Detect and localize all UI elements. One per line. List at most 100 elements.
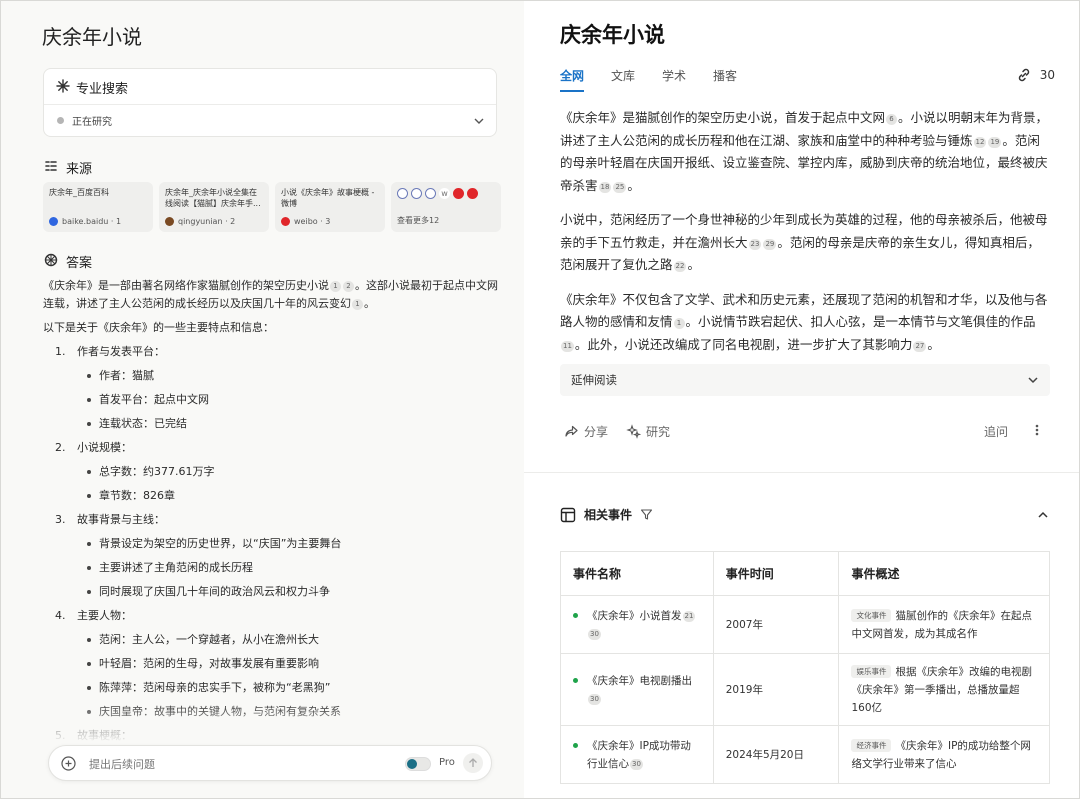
bullet-list: 总字数：约377.61万字 章节数：826章 [77, 460, 503, 508]
event-name-cell: 《庆余年》小说首发 21 30 [560, 595, 714, 654]
action-bar: 分享 研究 追问 [564, 423, 1054, 443]
citation[interactable]: 30 [630, 758, 643, 770]
tab-podcast[interactable]: 播客 [713, 67, 737, 92]
sources-count[interactable]: 30 [1016, 67, 1055, 83]
left-pane: 庆余年小说 专业搜索 正在研究 来源 庆余年_百度百科 baike.baidu … [1, 1, 524, 798]
citation[interactable]: 1 [330, 281, 341, 292]
citation[interactable]: 29 [763, 238, 777, 250]
bullet-list: 背景设定为架空的历史世界，以“庆国”为主要舞台 主要讲述了主角范闲的成长历程 同时展… [77, 532, 503, 604]
pro-search-card[interactable]: 专业搜索 正在研究 [43, 68, 497, 137]
list-item: 2. 小说规模： 总字数：约377.61万字 章节数：826章 [43, 439, 503, 508]
citation[interactable]: 22 [673, 261, 687, 272]
event-tag: 娱乐事件 [851, 664, 892, 678]
site-icon [397, 188, 408, 199]
scroll-fade [1, 701, 524, 751]
event-name-text: 《庆余年》电视剧播出 [587, 674, 692, 687]
filter-icon[interactable] [640, 508, 653, 521]
bullet-item: 主要讲述了主角范闲的成长历程 [77, 556, 503, 580]
tab-academic[interactable]: 学术 [662, 67, 686, 92]
source-tabs: 全网 文库 学术 播客 [560, 67, 737, 92]
site-icon [467, 188, 478, 199]
citation[interactable]: 6 [886, 114, 898, 125]
sources-list: 庆余年_百度百科 baike.baidu · 1 庆余年_庆余年小说全集在线阅读… [43, 182, 501, 232]
event-name: 《庆余年》小说首发 21 30 [573, 607, 701, 643]
page-title: 庆余年小说 [560, 23, 665, 47]
followup-bar: Pro [48, 745, 492, 781]
view-more-sources[interactable]: w 查看更多12 [391, 182, 501, 232]
citation[interactable]: 30 [588, 628, 601, 640]
bullet-item: 背景设定为架空的历史世界，以“庆国”为主要舞台 [77, 532, 503, 556]
citation[interactable]: 1 [673, 318, 685, 329]
share-button[interactable]: 分享 [564, 423, 608, 440]
list-item: 3. 故事背景与主线： 背景设定为架空的历史世界，以“庆国”为主要舞台 主要讲述了主角… [43, 511, 503, 604]
site-icon [453, 188, 464, 199]
bullet-list: 作者：猫腻 首发平台：起点中文网 连载状态：已完结 [77, 364, 503, 436]
citation[interactable]: 1 [352, 299, 363, 310]
qingyunian-icon [165, 217, 174, 226]
send-button[interactable] [463, 753, 483, 773]
baidu-icon [49, 217, 58, 226]
research-status: 正在研究 [72, 117, 112, 128]
research-label: 研究 [646, 425, 671, 439]
column-header: 事件名称 [560, 551, 714, 596]
more-menu-icon[interactable] [1034, 423, 1040, 437]
followup-input[interactable] [89, 755, 389, 773]
sparkle-icon [56, 78, 70, 97]
citation[interactable]: 30 [588, 693, 601, 705]
thread-title: 庆余年小说 [42, 25, 142, 49]
list-intro: 以下是关于《庆余年》的一些主要特点和信息： [43, 321, 274, 334]
table-row[interactable]: 《庆余年》小说首发 21 30 2007年 文化事件 猫腻创作的《庆余年》在起点中文网首发… [560, 595, 1050, 654]
site-icon [411, 188, 422, 199]
citation[interactable]: 23 [748, 238, 762, 250]
link-icon [1018, 68, 1029, 82]
extended-reading[interactable]: 延伸阅读 [560, 364, 1050, 396]
citation[interactable]: 19 [988, 136, 1002, 148]
summary-paragraph: 小说中，范闲经历了一个身世神秘的少年到成长为英雄的过程，他的母亲被杀后，他被母亲… [560, 209, 1050, 277]
citation[interactable]: 27 [913, 340, 927, 352]
answer-text: 《庆余年》是一部由著名网络作家猫腻创作的架空历史小说 [43, 279, 329, 292]
right-pane: 庆余年小说 全网 文库 学术 播客 30 《庆余年》是猫腻创作的架空历史小说，首… [524, 1, 1079, 798]
tab-library[interactable]: 文库 [611, 67, 635, 92]
chevron-down-icon[interactable] [472, 114, 486, 128]
citation[interactable]: 25 [613, 181, 627, 193]
pro-toggle[interactable] [405, 757, 431, 771]
source-title: 庆余年_庆余年小说全集在线阅读【猫腻】庆余年手... [165, 188, 261, 208]
answer-header: 答案 [44, 252, 92, 271]
summary-text: 。 [627, 177, 640, 193]
status-dot [57, 117, 64, 124]
citation[interactable]: 12 [973, 136, 987, 148]
bullet-item: 连载状态：已完结 [77, 412, 503, 436]
citation[interactable]: 2 [343, 281, 354, 292]
event-name-cell: 《庆余年》电视剧播出 30 [560, 653, 714, 726]
events-table: 事件名称 事件时间 事件概述 《庆余年》小说首发 21 30 2007年 文化事件 猫腻创… [560, 551, 1050, 784]
event-time: 2019年 [712, 653, 840, 726]
tab-all[interactable]: 全网 [560, 67, 585, 92]
plus-icon[interactable] [61, 756, 76, 771]
divider [524, 472, 1079, 473]
event-summary-cell: 娱乐事件 根据《庆余年》改编的电视剧《庆余年》第一季播出，总播放量超160亿 [838, 653, 1050, 726]
table-row[interactable]: 《庆余年》IP成功带动行业信心 30 2024年5月20日 经济事件 《庆余年》IP的成… [560, 725, 1050, 784]
column-header: 事件时间 [712, 551, 840, 596]
event-time: 2024年5月20日 [712, 725, 840, 784]
answer-icon [44, 253, 58, 271]
related-events-title: 相关事件 [584, 508, 633, 522]
source-card[interactable]: 庆余年_百度百科 baike.baidu · 1 [43, 182, 153, 232]
source-meta: baike.baidu · 1 [62, 217, 122, 226]
list-number: 3. [55, 513, 66, 526]
share-icon [565, 425, 578, 437]
extended-reading-label: 延伸阅读 [571, 373, 617, 387]
citation[interactable]: 11 [561, 340, 574, 352]
arrow-up-icon [469, 758, 477, 767]
event-name-cell: 《庆余年》IP成功带动行业信心 30 [560, 725, 714, 784]
table-row[interactable]: 《庆余年》电视剧播出 30 2019年 娱乐事件 根据《庆余年》改编的电视剧《庆余年》第… [560, 653, 1050, 726]
chevron-up-icon[interactable] [1036, 508, 1050, 522]
source-card[interactable]: 庆余年_庆余年小说全集在线阅读【猫腻】庆余年手... qingyunian · … [159, 182, 269, 232]
followup-button[interactable]: 追问 [984, 423, 1008, 440]
site-icon [425, 188, 436, 199]
research-button[interactable]: 研究 [626, 423, 670, 440]
citation[interactable]: 18 [598, 181, 612, 193]
citation[interactable]: 21 [682, 610, 696, 622]
summary-text: 。此外，小说还改编成了同名电视剧，进一步扩大了其影响力 [574, 336, 913, 352]
source-card[interactable]: 小说《庆余年》故事梗概 - 微博 weibo · 3 [275, 182, 385, 232]
event-name-text: 《庆余年》小说首发 [587, 609, 682, 622]
